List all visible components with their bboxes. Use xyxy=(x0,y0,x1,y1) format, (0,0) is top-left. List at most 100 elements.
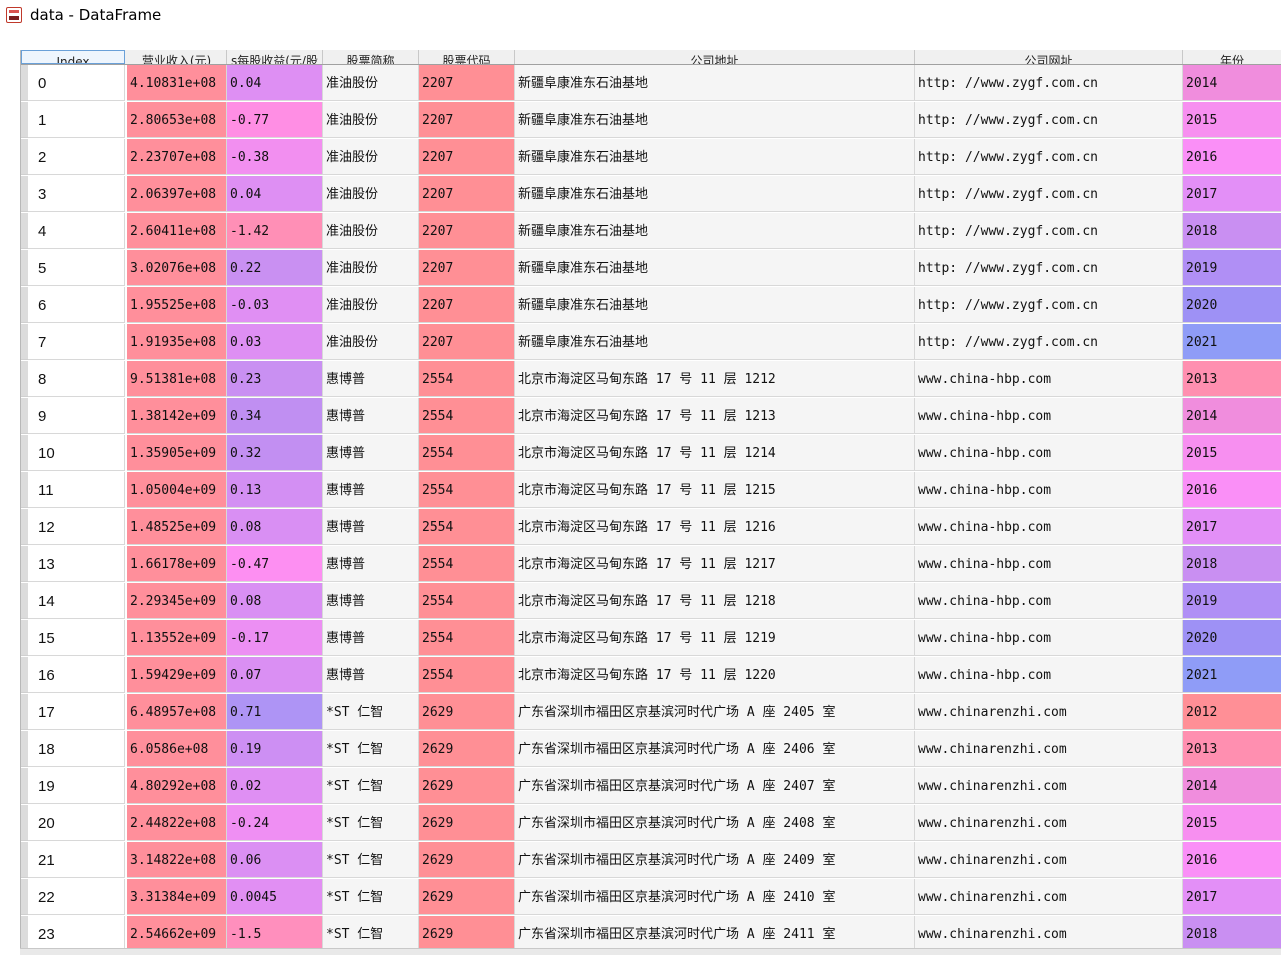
cell-code[interactable]: 2629 xyxy=(419,731,515,767)
cell-index[interactable]: 14 xyxy=(28,583,125,619)
cell-address[interactable]: 新疆阜康准东石油基地 xyxy=(515,102,915,138)
cell-website[interactable]: www.chinarenzhi.com xyxy=(915,879,1183,915)
cell-code[interactable]: 2629 xyxy=(419,842,515,878)
cell-revenue[interactable]: 1.91935e+08 xyxy=(127,324,227,360)
cell-address[interactable]: 新疆阜康准东石油基地 xyxy=(515,250,915,286)
cell-eps[interactable]: 0.04 xyxy=(227,176,323,212)
cell-eps[interactable]: 0.08 xyxy=(227,509,323,545)
cell-revenue[interactable]: 1.48525e+09 xyxy=(127,509,227,545)
cell-index[interactable]: 16 xyxy=(28,657,125,693)
cell-index[interactable]: 13 xyxy=(28,546,125,582)
cell-short-name[interactable]: *ST 仁智 xyxy=(323,768,419,804)
cell-index[interactable]: 11 xyxy=(28,472,125,508)
cell-website[interactable]: www.china-hbp.com xyxy=(915,435,1183,471)
cell-code[interactable]: 2207 xyxy=(419,287,515,323)
cell-short-name[interactable]: *ST 仁智 xyxy=(323,916,419,948)
cell-revenue[interactable]: 1.05004e+09 xyxy=(127,472,227,508)
cell-index[interactable]: 22 xyxy=(28,879,125,915)
cell-index[interactable]: 1 xyxy=(28,102,125,138)
cell-address[interactable]: 新疆阜康准东石油基地 xyxy=(515,139,915,175)
cell-website[interactable]: www.chinarenzhi.com xyxy=(915,731,1183,767)
cell-eps[interactable]: 0.34 xyxy=(227,398,323,434)
cell-address[interactable]: 北京市海淀区马甸东路 17 号 11 层 1217 xyxy=(515,546,915,582)
cell-address[interactable]: 新疆阜康准东石油基地 xyxy=(515,287,915,323)
column-header-revenue[interactable]: 营业收入(元) xyxy=(127,50,227,64)
cell-year[interactable]: 2017 xyxy=(1183,509,1281,545)
cell-revenue[interactable]: 4.10831e+08 xyxy=(127,65,227,101)
cell-short-name[interactable]: 惠博普 xyxy=(323,509,419,545)
column-header-index[interactable]: Index xyxy=(21,50,125,64)
cell-website[interactable]: www.china-hbp.com xyxy=(915,472,1183,508)
cell-short-name[interactable]: 准油股份 xyxy=(323,213,419,249)
cell-website[interactable]: http: //www.zygf.com.cn xyxy=(915,287,1183,323)
cell-code[interactable]: 2629 xyxy=(419,916,515,948)
cell-index[interactable]: 20 xyxy=(28,805,125,841)
cell-code[interactable]: 2554 xyxy=(419,435,515,471)
cell-website[interactable]: www.chinarenzhi.com xyxy=(915,916,1183,948)
cell-address[interactable]: 北京市海淀区马甸东路 17 号 11 层 1219 xyxy=(515,620,915,656)
cell-index[interactable]: 6 xyxy=(28,287,125,323)
cell-code[interactable]: 2629 xyxy=(419,879,515,915)
cell-year[interactable]: 2018 xyxy=(1183,213,1281,249)
cell-address[interactable]: 广东省深圳市福田区京基滨河时代广场 A 座 2407 室 xyxy=(515,768,915,804)
cell-website[interactable]: www.china-hbp.com xyxy=(915,583,1183,619)
cell-eps[interactable]: -1.42 xyxy=(227,213,323,249)
cell-year[interactable]: 2015 xyxy=(1183,435,1281,471)
cell-index[interactable]: 12 xyxy=(28,509,125,545)
cell-eps[interactable]: 0.0045 xyxy=(227,879,323,915)
cell-index[interactable]: 19 xyxy=(28,768,125,804)
cell-eps[interactable]: -0.24 xyxy=(227,805,323,841)
cell-index[interactable]: 10 xyxy=(28,435,125,471)
cell-short-name[interactable]: *ST 仁智 xyxy=(323,879,419,915)
cell-code[interactable]: 2554 xyxy=(419,657,515,693)
cell-short-name[interactable]: 惠博普 xyxy=(323,472,419,508)
cell-revenue[interactable]: 1.38142e+09 xyxy=(127,398,227,434)
cell-index[interactable]: 5 xyxy=(28,250,125,286)
cell-index[interactable]: 23 xyxy=(28,916,125,948)
cell-year[interactable]: 2019 xyxy=(1183,250,1281,286)
cell-code[interactable]: 2207 xyxy=(419,250,515,286)
cell-eps[interactable]: 0.02 xyxy=(227,768,323,804)
cell-year[interactable]: 2017 xyxy=(1183,879,1281,915)
cell-eps[interactable]: 0.03 xyxy=(227,324,323,360)
cell-year[interactable]: 2016 xyxy=(1183,842,1281,878)
cell-year[interactable]: 2014 xyxy=(1183,398,1281,434)
cell-address[interactable]: 北京市海淀区马甸东路 17 号 11 层 1212 xyxy=(515,361,915,397)
cell-address[interactable]: 广东省深圳市福田区京基滨河时代广场 A 座 2409 室 xyxy=(515,842,915,878)
cell-address[interactable]: 北京市海淀区马甸东路 17 号 11 层 1216 xyxy=(515,509,915,545)
cell-revenue[interactable]: 3.02076e+08 xyxy=(127,250,227,286)
cell-website[interactable]: www.china-hbp.com xyxy=(915,398,1183,434)
cell-index[interactable]: 18 xyxy=(28,731,125,767)
cell-revenue[interactable]: 3.14822e+08 xyxy=(127,842,227,878)
cell-revenue[interactable]: 2.23707e+08 xyxy=(127,139,227,175)
cell-short-name[interactable]: 惠博普 xyxy=(323,361,419,397)
cell-revenue[interactable]: 1.66178e+09 xyxy=(127,546,227,582)
cell-year[interactable]: 2012 xyxy=(1183,694,1281,730)
cell-revenue[interactable]: 1.13552e+09 xyxy=(127,620,227,656)
cell-revenue[interactable]: 9.51381e+08 xyxy=(127,361,227,397)
cell-website[interactable]: http: //www.zygf.com.cn xyxy=(915,102,1183,138)
cell-year[interactable]: 2021 xyxy=(1183,657,1281,693)
cell-short-name[interactable]: *ST 仁智 xyxy=(323,694,419,730)
cell-eps[interactable]: 0.13 xyxy=(227,472,323,508)
cell-address[interactable]: 广东省深圳市福田区京基滨河时代广场 A 座 2405 室 xyxy=(515,694,915,730)
cell-address[interactable]: 北京市海淀区马甸东路 17 号 11 层 1215 xyxy=(515,472,915,508)
cell-year[interactable]: 2018 xyxy=(1183,916,1281,948)
cell-website[interactable]: www.china-hbp.com xyxy=(915,361,1183,397)
cell-short-name[interactable]: 惠博普 xyxy=(323,620,419,656)
cell-revenue[interactable]: 2.44822e+08 xyxy=(127,805,227,841)
cell-index[interactable]: 17 xyxy=(28,694,125,730)
column-header-website[interactable]: 公司网址 xyxy=(915,50,1183,64)
cell-year[interactable]: 2015 xyxy=(1183,102,1281,138)
cell-eps[interactable]: -0.38 xyxy=(227,139,323,175)
cell-eps[interactable]: 0.04 xyxy=(227,65,323,101)
cell-address[interactable]: 新疆阜康准东石油基地 xyxy=(515,213,915,249)
cell-code[interactable]: 2207 xyxy=(419,324,515,360)
column-header-address[interactable]: 公司地址 xyxy=(515,50,915,64)
cell-index[interactable]: 15 xyxy=(28,620,125,656)
cell-short-name[interactable]: *ST 仁智 xyxy=(323,805,419,841)
cell-index[interactable]: 7 xyxy=(28,324,125,360)
cell-code[interactable]: 2207 xyxy=(419,139,515,175)
cell-code[interactable]: 2554 xyxy=(419,509,515,545)
cell-revenue[interactable]: 1.35905e+09 xyxy=(127,435,227,471)
